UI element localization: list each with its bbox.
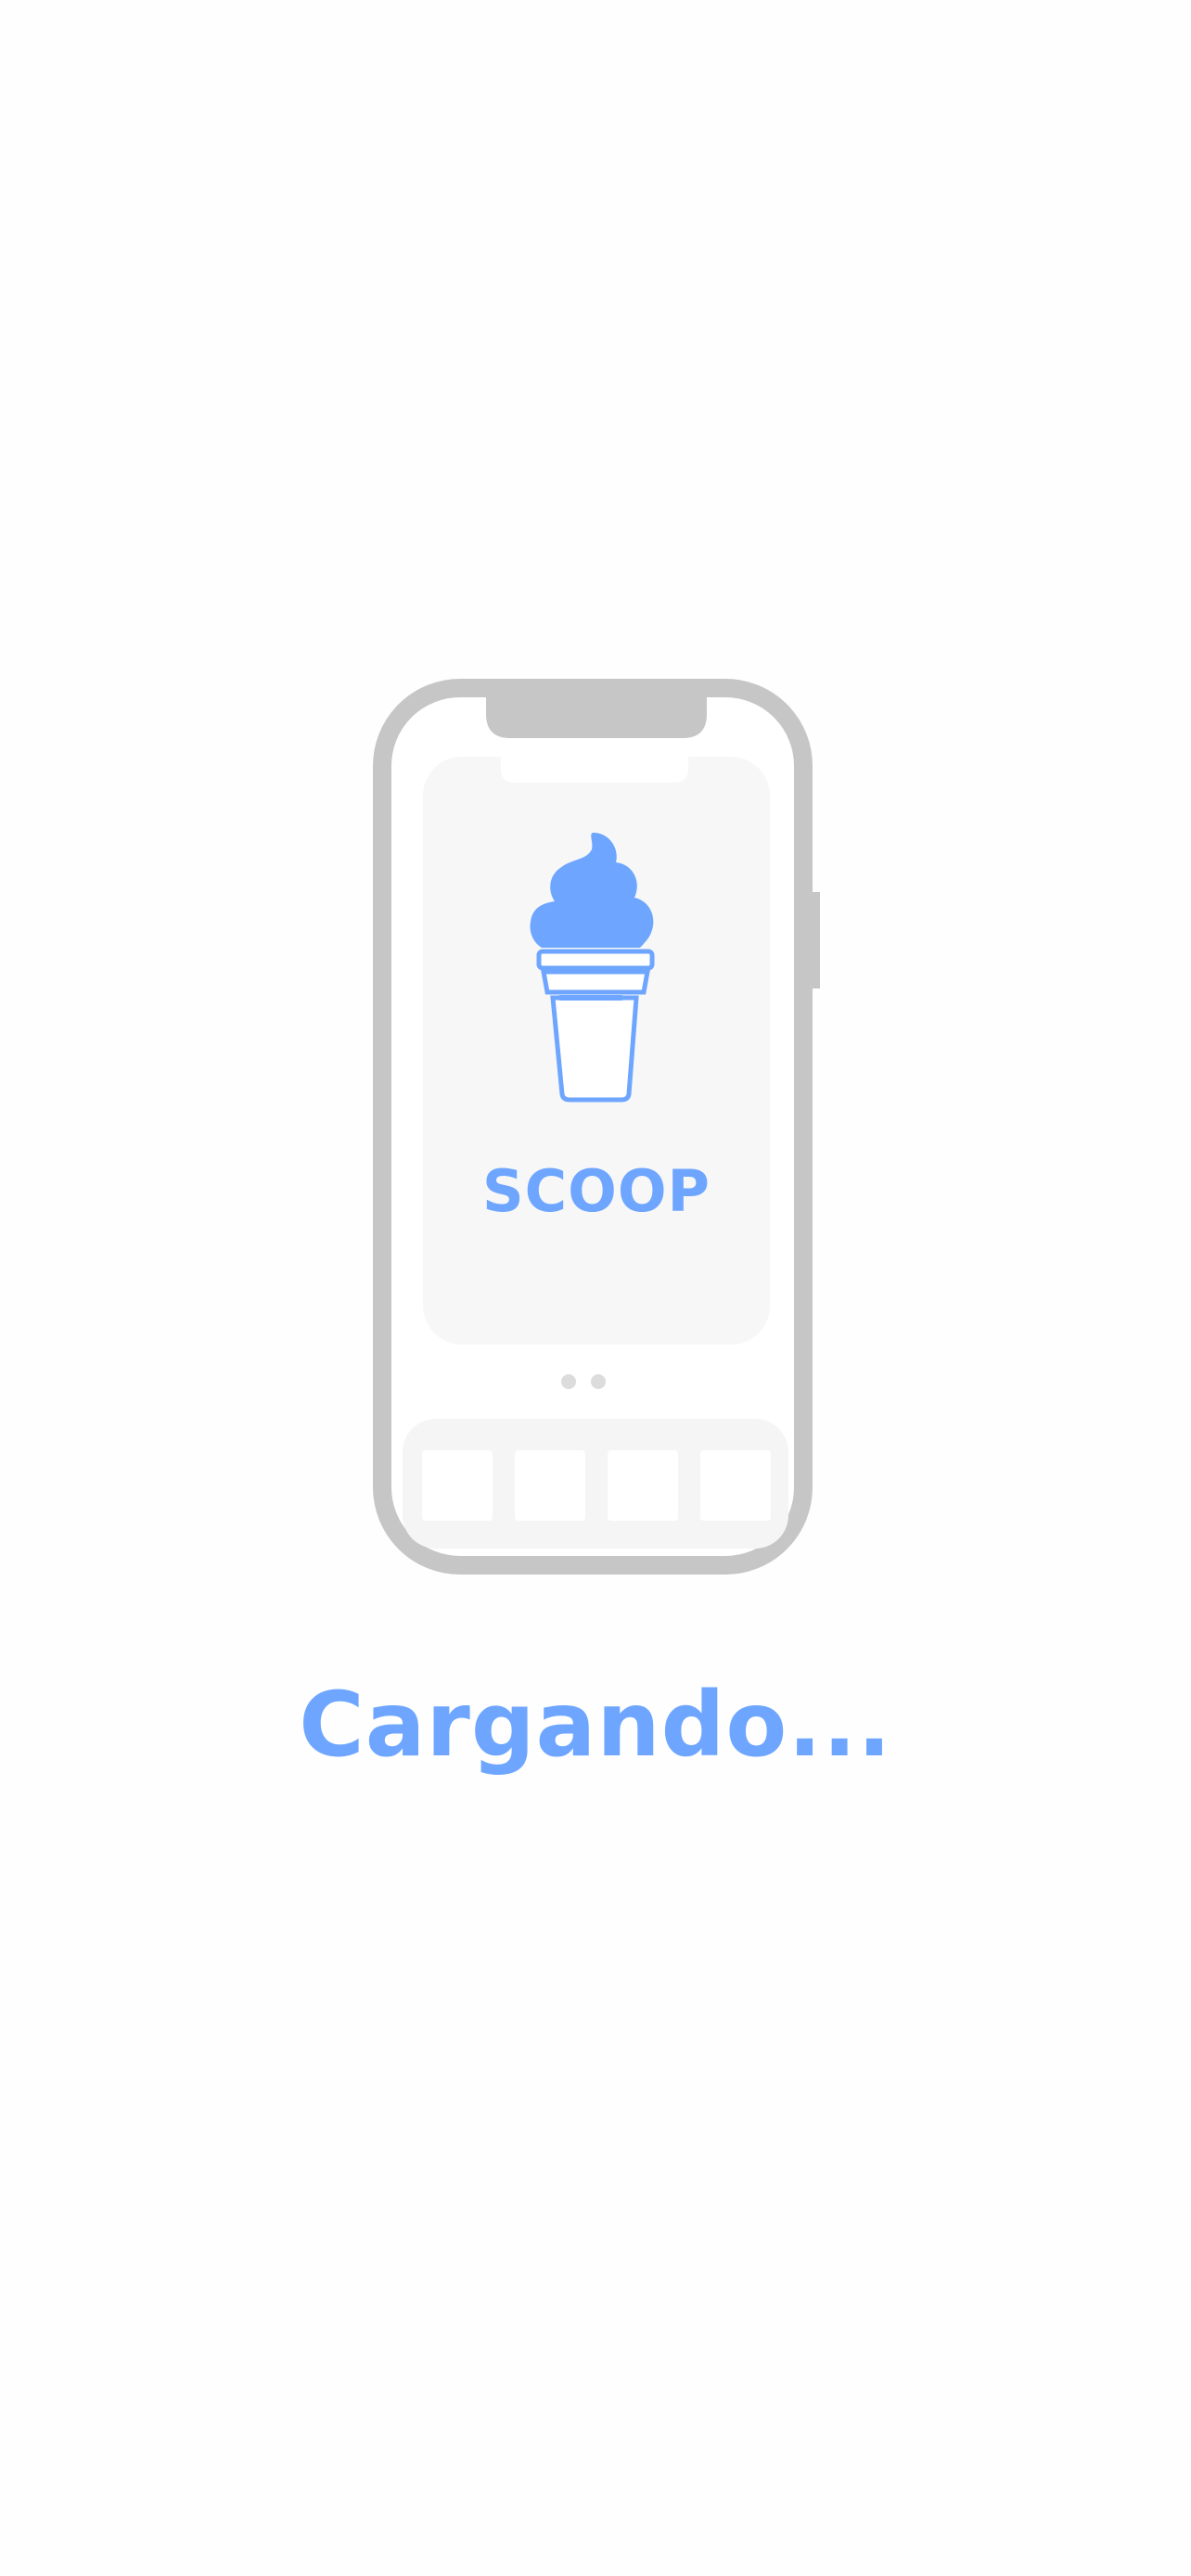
phone-notch xyxy=(486,679,707,738)
phone-illustration: SCOOP xyxy=(373,679,820,1575)
dock-tile xyxy=(422,1450,493,1521)
dock-tile xyxy=(515,1450,585,1521)
screen-card-notch xyxy=(501,757,688,783)
loading-text: Cargando... xyxy=(299,1673,892,1777)
dock-tile xyxy=(700,1450,771,1521)
dock-tile xyxy=(608,1450,678,1521)
app-name: SCOOP xyxy=(482,1157,711,1225)
page-indicator-dot xyxy=(561,1374,576,1389)
page-indicator-dot xyxy=(591,1374,606,1389)
